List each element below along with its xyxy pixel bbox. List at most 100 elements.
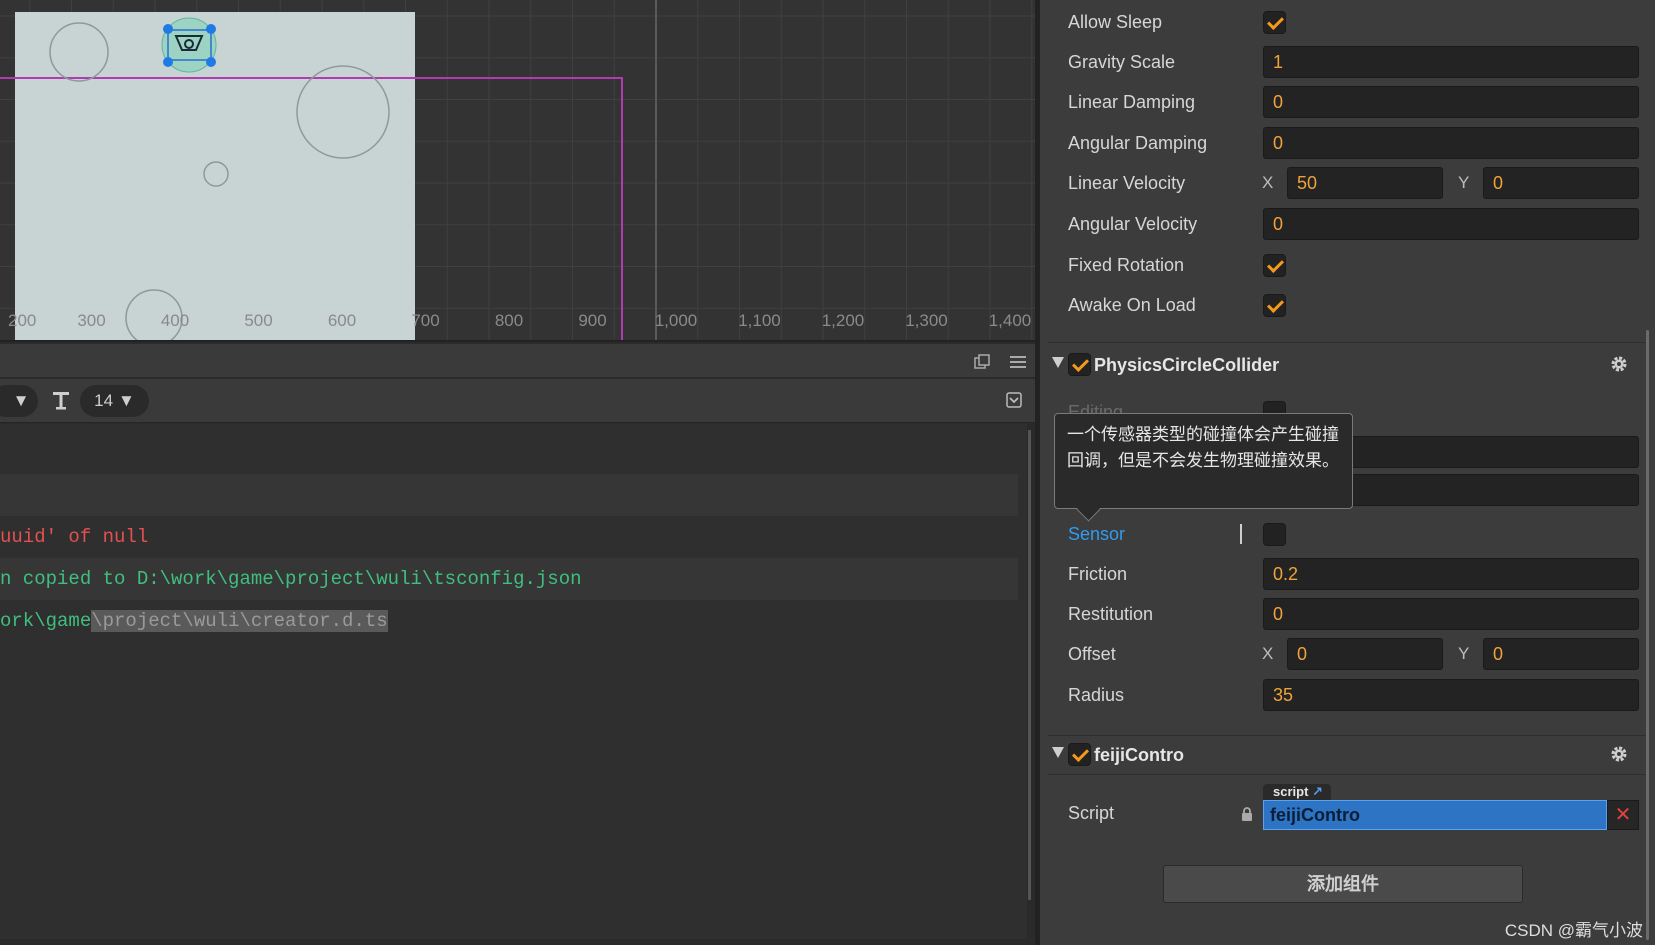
angular-velocity-input[interactable]: 0 xyxy=(1263,208,1639,240)
script-enabled-checkbox[interactable] xyxy=(1068,743,1091,766)
angular-velocity-row: Angular Velocity 0 xyxy=(1040,204,1655,244)
ruler-tick-label: 300 xyxy=(77,311,105,330)
scene-view[interactable]: 200 300 400 500 600 700 800 900 1,000 1,100 1,200 1… xyxy=(0,0,1035,342)
x-axis-label: X xyxy=(1262,173,1274,192)
scene-canvas[interactable]: 200 300 400 500 600 700 800 900 1,000 1,100 1,200 1… xyxy=(0,0,1035,342)
ruler-tick-label: 200 xyxy=(8,311,36,330)
feijicontro-header[interactable]: feijiContro xyxy=(1040,735,1655,775)
editor-window: 200 300 400 500 600 700 800 900 1,000 1,100 1,200 1… xyxy=(0,0,1655,945)
gravity-scale-label: Gravity Scale xyxy=(1068,52,1176,72)
collider-enabled-checkbox[interactable] xyxy=(1068,353,1091,376)
collapse-icon[interactable] xyxy=(1006,392,1022,408)
console-log-list[interactable]: uuid' of null n copied to D:\work\game\p… xyxy=(0,424,1027,939)
font-size-value: 14 xyxy=(94,391,114,410)
console-header xyxy=(0,344,1035,378)
text-selection[interactable]: \project\wuli\creator.d.ts xyxy=(91,610,388,632)
inspector-scrollbar[interactable] xyxy=(1646,330,1649,940)
angular-velocity-label: Angular Velocity xyxy=(1068,214,1198,234)
sensor-checkbox[interactable] xyxy=(1263,523,1286,546)
watermark: CSDN @霸气小波 xyxy=(1504,921,1643,940)
radius-input[interactable]: 35 xyxy=(1263,679,1639,711)
friction-row: Friction 0.2 xyxy=(1040,554,1655,594)
log-line[interactable] xyxy=(0,474,1018,516)
fixed-rotation-checkbox[interactable] xyxy=(1263,254,1286,277)
offset-row: Offset X 0 Y 0 xyxy=(1040,634,1655,674)
log-line-error[interactable]: uuid' of null xyxy=(0,516,1018,558)
awake-on-load-row: Awake On Load xyxy=(1040,285,1655,325)
restitution-input[interactable]: 0 xyxy=(1263,598,1639,630)
popout-icon[interactable] xyxy=(974,354,990,370)
radius-row: Radius 35 xyxy=(1040,675,1655,715)
log-line-success[interactable]: ork\game\project\wuli\creator.d.ts xyxy=(0,600,1018,642)
gear-icon[interactable] xyxy=(1610,745,1628,763)
sensor-label: Sensor xyxy=(1068,524,1126,544)
linear-velocity-x-input[interactable]: 50 xyxy=(1287,167,1443,199)
component-title: feijiContro xyxy=(1094,745,1184,765)
y-axis-label: Y xyxy=(1458,173,1470,192)
gravity-scale-input[interactable]: 1 xyxy=(1263,46,1639,78)
script-asset-field[interactable]: feijiContro xyxy=(1263,800,1607,830)
linear-velocity-y-input[interactable]: 0 xyxy=(1483,167,1639,199)
awake-on-load-checkbox[interactable] xyxy=(1263,294,1286,317)
log-line[interactable] xyxy=(0,432,1018,474)
text-cursor xyxy=(1240,524,1242,544)
allow-sleep-label: Allow Sleep xyxy=(1068,12,1163,32)
sensor-tooltip: 一个传感器类型的碰撞体会产生碰撞回调，但是不会发生物理碰撞效果。 xyxy=(1054,413,1353,509)
menu-icon[interactable] xyxy=(1010,355,1026,369)
friction-input[interactable]: 0.2 xyxy=(1263,558,1639,590)
ruler-tick-label: 1,300 xyxy=(905,311,948,330)
ruler-tick-label: 1,400 xyxy=(989,311,1032,330)
console-toolbar: ▼ 14 ▼ xyxy=(0,379,1035,423)
plane-node-selected[interactable] xyxy=(161,17,217,73)
ruler-tick-label: 1,200 xyxy=(822,311,865,330)
font-size-dropdown[interactable]: 14 ▼ xyxy=(80,385,149,417)
separator xyxy=(1048,774,1648,775)
scrollbar-thumb[interactable] xyxy=(1028,430,1031,900)
linear-damping-row: Linear Damping 0 xyxy=(1040,82,1655,122)
ruler-tick-label: 1,000 xyxy=(655,311,698,330)
script-label: Script xyxy=(1068,803,1115,823)
console-scrollbar[interactable] xyxy=(1027,424,1035,939)
restitution-label: Restitution xyxy=(1068,604,1154,624)
ruler-tick-label: 800 xyxy=(495,311,523,330)
radius-label: Radius xyxy=(1068,685,1125,705)
allow-sleep-checkbox[interactable] xyxy=(1263,11,1286,34)
font-size-icon xyxy=(53,392,69,410)
linear-velocity-label: Linear Velocity xyxy=(1068,173,1186,193)
gear-icon[interactable] xyxy=(1610,355,1628,373)
offset-x-input[interactable]: 0 xyxy=(1287,638,1443,670)
allow-sleep-row: Allow Sleep xyxy=(1040,2,1655,42)
linear-damping-input[interactable]: 0 xyxy=(1263,86,1639,118)
chevron-down-icon: ▼ xyxy=(12,391,30,410)
collapse-triangle-icon[interactable] xyxy=(1052,357,1064,368)
x-axis-label: X xyxy=(1262,644,1274,663)
friction-label: Friction xyxy=(1068,564,1128,584)
resize-handle[interactable] xyxy=(206,57,216,67)
script-asset-tag[interactable]: script ↗ xyxy=(1263,784,1331,800)
log-level-dropdown[interactable]: ▼ xyxy=(0,385,38,417)
gravity-scale-row: Gravity Scale 1 xyxy=(1040,42,1655,82)
collapse-triangle-icon[interactable] xyxy=(1052,747,1064,758)
offset-y-input[interactable]: 0 xyxy=(1483,638,1639,670)
restitution-row: Restitution 0 xyxy=(1040,594,1655,634)
physics-circle-collider-header[interactable]: PhysicsCircleCollider xyxy=(1040,345,1655,385)
log-line-success[interactable]: n copied to D:\work\game\project\wuli\ts… xyxy=(0,558,1018,600)
resize-handle[interactable] xyxy=(163,24,173,34)
ruler-tick-label: 700 xyxy=(411,311,439,330)
linear-damping-label: Linear Damping xyxy=(1068,92,1196,112)
offset-label: Offset xyxy=(1068,644,1116,664)
resize-handle[interactable] xyxy=(206,24,216,34)
angular-damping-input[interactable]: 0 xyxy=(1263,127,1639,159)
ruler-tick-label: 500 xyxy=(244,311,272,330)
awake-on-load-label: Awake On Load xyxy=(1068,295,1196,315)
ruler-tick-label: 1,100 xyxy=(738,311,781,330)
fixed-rotation-label: Fixed Rotation xyxy=(1068,255,1185,275)
add-component-button[interactable]: 添加组件 xyxy=(1163,865,1523,903)
scene-ruler: 200 300 400 500 600 700 800 900 1,000 1,100 1,200 1… xyxy=(8,311,1031,330)
resize-handle[interactable] xyxy=(163,57,173,67)
fixed-rotation-row: Fixed Rotation xyxy=(1040,245,1655,285)
linear-velocity-row: Linear Velocity X 50 Y 0 xyxy=(1040,163,1655,203)
external-link-icon[interactable]: ↗ xyxy=(1312,784,1323,799)
clear-script-button[interactable]: ✕ xyxy=(1607,800,1639,830)
ruler-tick-label: 600 xyxy=(328,311,356,330)
